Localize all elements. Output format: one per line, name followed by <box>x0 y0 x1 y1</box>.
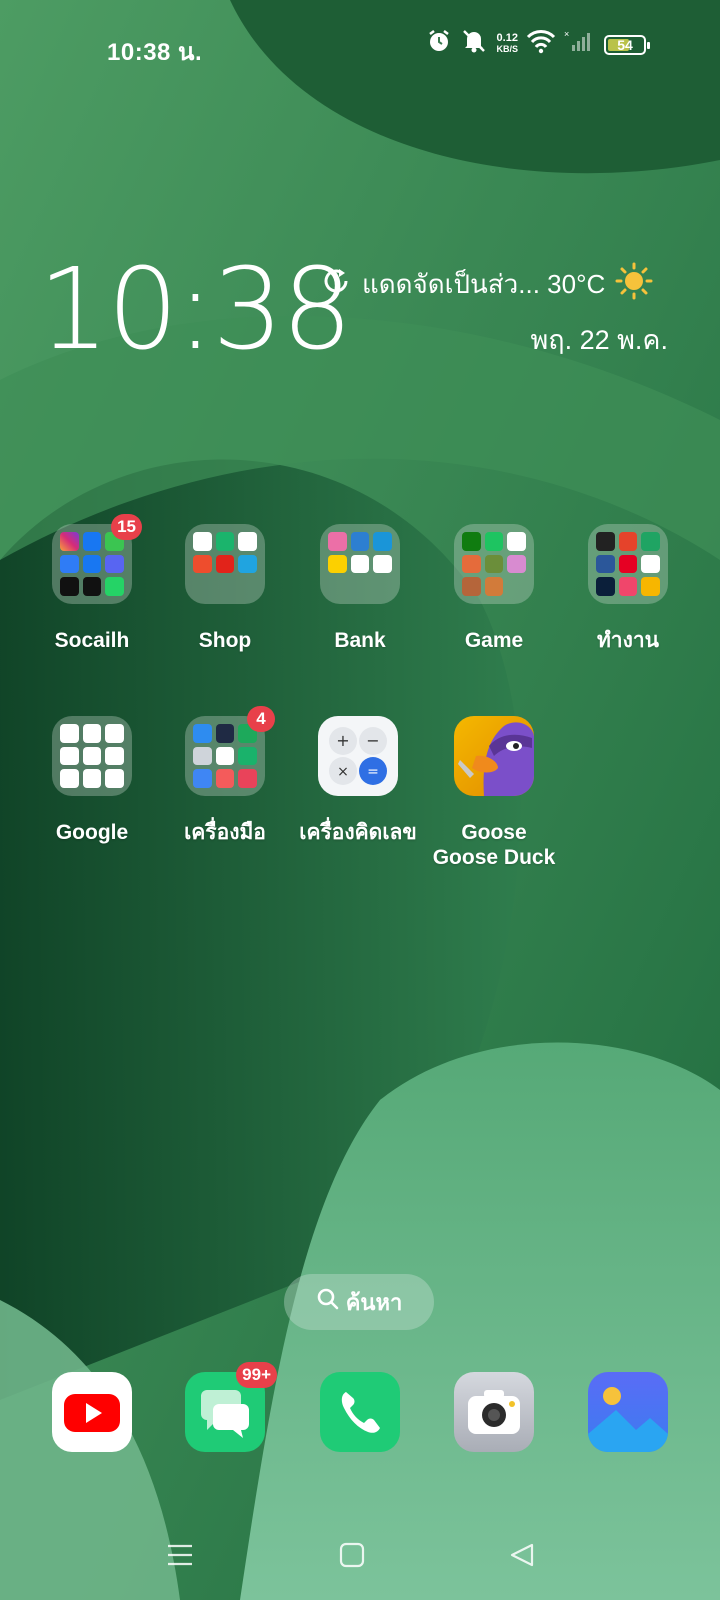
gallery-icon[interactable] <box>588 1372 668 1452</box>
app-goose-goose-duck[interactable]: Goose Goose Duck <box>427 716 561 870</box>
app-label: Socailh <box>54 629 130 652</box>
dock-messages[interactable]: 99+ <box>158 1362 292 1452</box>
folder-tile[interactable] <box>454 524 534 604</box>
date-label[interactable]: พฤ. 22 พ.ค. <box>530 318 668 361</box>
app-label: เครื่องมือ <box>184 821 266 844</box>
weather-widget[interactable]: แดดจัดเป็นส่ว... 30°C <box>320 262 653 307</box>
folder-game[interactable]: Game <box>427 524 561 653</box>
app-label-line2: Goose Duck <box>432 846 556 869</box>
svg-text:+: + <box>336 731 349 750</box>
folder-tile[interactable]: 15 <box>52 514 142 604</box>
net-speed-value: 0.12 <box>496 31 518 44</box>
app-label: เครื่องคิดเลข <box>299 821 417 844</box>
search-button[interactable]: ค้นหา <box>284 1274 434 1330</box>
app-calculator[interactable]: + − × = เครื่องคิดเลข <box>293 716 423 845</box>
sun-icon <box>615 262 653 307</box>
app-label: ทำงาน <box>596 629 660 652</box>
folder-socailh[interactable]: 15 Socailh <box>25 514 159 653</box>
refresh-icon[interactable] <box>320 265 352 304</box>
dock-phone[interactable] <box>293 1372 427 1452</box>
dock-youtube[interactable] <box>25 1372 159 1452</box>
svg-text:=: = <box>367 764 379 780</box>
status-bar: 10:38 น. 0.12 KB/S × 54 <box>0 0 720 90</box>
phone-icon[interactable] <box>320 1372 400 1452</box>
dock-camera[interactable] <box>427 1372 561 1452</box>
calculator-icon[interactable]: + − × = <box>318 716 398 796</box>
notification-badge: 15 <box>111 514 142 540</box>
folder-tile[interactable]: 4 <box>185 706 275 796</box>
folder-tile[interactable] <box>185 524 265 604</box>
home-button[interactable] <box>327 1530 377 1580</box>
battery-level: 54 <box>617 37 633 53</box>
folder-shop[interactable]: Shop <box>158 524 292 653</box>
notification-badge: 99+ <box>236 1362 277 1388</box>
net-speed-unit: KB/S <box>496 43 518 54</box>
app-label: Google <box>55 821 129 844</box>
app-label: Shop <box>198 629 252 652</box>
folder-tools[interactable]: 4 เครื่องมือ <box>158 706 292 845</box>
folder-bank[interactable]: Bank <box>293 524 427 653</box>
goose-goose-duck-icon[interactable] <box>454 716 534 796</box>
svg-text:−: − <box>366 731 379 750</box>
back-button[interactable] <box>497 1530 547 1580</box>
search-label: ค้นหา <box>345 1289 403 1315</box>
app-label: Bank <box>334 629 386 652</box>
folder-google[interactable]: Google <box>25 716 159 845</box>
camera-icon[interactable] <box>454 1372 534 1452</box>
folder-work[interactable]: ทำงาน <box>561 524 695 653</box>
app-label: Game <box>464 629 524 652</box>
messages-icon[interactable]: 99+ <box>185 1362 277 1452</box>
folder-tile[interactable] <box>52 716 132 796</box>
dock-gallery[interactable] <box>561 1372 695 1452</box>
navigation-bar <box>0 1530 720 1590</box>
svg-text:×: × <box>337 764 349 780</box>
folder-tile[interactable] <box>588 524 668 604</box>
alarm-icon <box>426 28 452 59</box>
app-label: Goose Goose Duck <box>427 820 561 870</box>
folder-tile[interactable] <box>320 524 400 604</box>
search-icon <box>316 1287 340 1317</box>
app-label-line1: Goose <box>461 821 527 844</box>
signal-icon: × <box>564 29 592 58</box>
mute-icon <box>460 28 488 59</box>
clock-time[interactable]: 10:38 <box>38 245 353 375</box>
recents-button[interactable] <box>155 1530 205 1580</box>
notification-badge: 4 <box>247 706 275 732</box>
status-time: 10:38 น. <box>107 39 203 66</box>
battery-icon: 54 <box>604 35 650 55</box>
net-speed: 0.12 KB/S <box>496 31 518 55</box>
wifi-icon <box>526 28 556 59</box>
weather-text: แดดจัดเป็นส่ว... 30°C <box>362 269 606 299</box>
youtube-icon[interactable] <box>52 1372 132 1452</box>
svg-text:×: × <box>564 29 569 39</box>
